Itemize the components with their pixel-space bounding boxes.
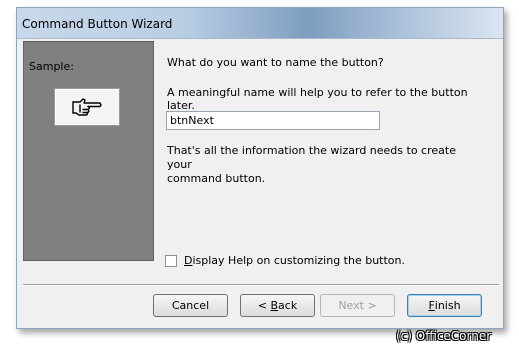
sample-panel: Sample: [23,41,154,261]
button-divider [23,284,499,286]
wizard-dialog: Command Button Wizard Sample: What do yo [16,7,504,329]
display-help-label: Display Help on customizing the button. [184,254,406,267]
button-name-input[interactable] [166,111,380,130]
window-title: Command Button Wizard [22,17,173,31]
info-text-line-2: command button. [167,172,266,185]
dialog-client-area: Sample: What do you want to name the but… [23,41,499,323]
watermark-text: (c) OfficeCorner [396,329,492,343]
next-button[interactable]: Next > [320,294,395,317]
pointing-hand-icon [72,98,102,116]
cancel-button[interactable]: Cancel [153,294,228,317]
display-help-checkbox[interactable] [165,254,177,267]
back-button[interactable]: < Back [240,294,315,317]
name-hint-text: A meaningful name will help you to refer… [167,86,468,112]
sample-command-button [54,88,120,126]
sample-label: Sample: [29,60,74,73]
display-help-option[interactable]: Display Help on customizing the button. [165,254,405,267]
finish-button[interactable]: Finish [407,294,482,317]
title-bar[interactable]: Command Button Wizard [17,8,503,39]
name-question-text: What do you want to name the button? [167,56,384,69]
info-text: That's all the information the wizard ne… [167,144,467,186]
info-text-line-1: That's all the information the wizard ne… [167,144,456,171]
